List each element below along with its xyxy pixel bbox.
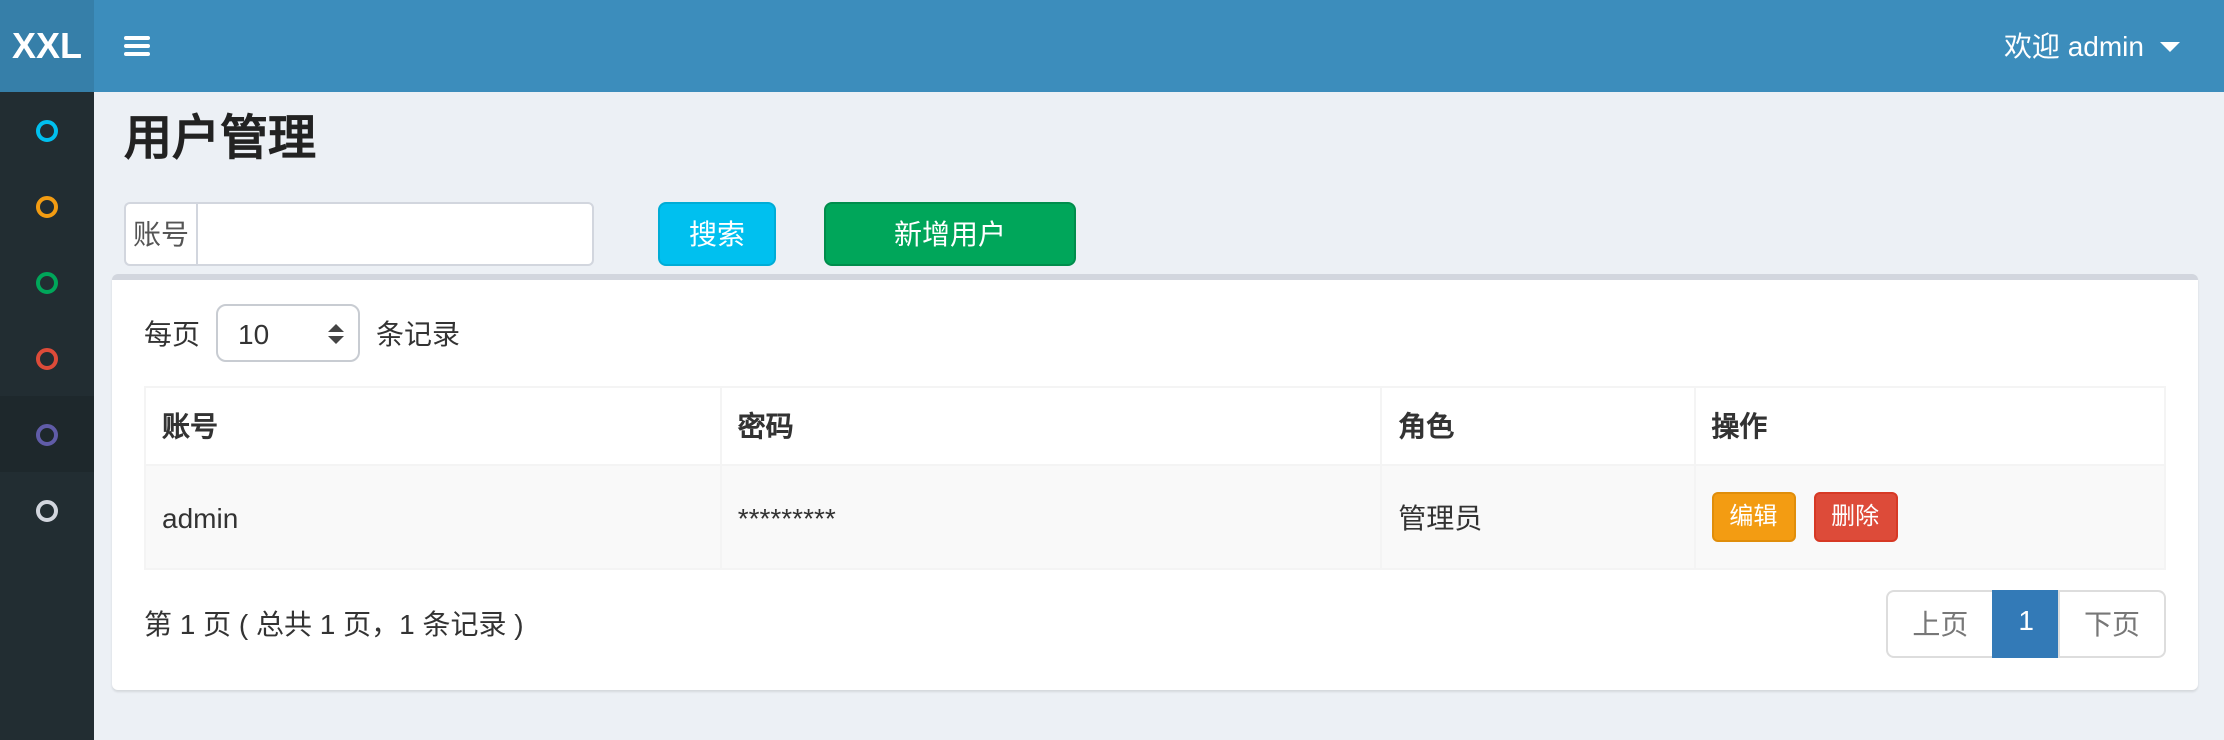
account-input-group: 账号 — [124, 202, 594, 266]
page-title: 用户管理 — [94, 92, 2224, 170]
circle-o-icon — [36, 195, 58, 217]
account-input[interactable] — [196, 202, 594, 266]
sidebar-item-3[interactable] — [0, 244, 94, 320]
hamburger-icon — [123, 36, 149, 56]
pagination-page-1[interactable]: 1 — [1992, 590, 2060, 658]
user-menu[interactable]: 欢迎 admin — [1974, 0, 2224, 92]
circle-o-icon — [36, 119, 58, 141]
pagination-next[interactable]: 下页 — [2058, 590, 2166, 658]
circle-o-icon — [36, 423, 58, 445]
page-size-value: 10 — [238, 317, 328, 349]
account-addon-label: 账号 — [124, 202, 196, 266]
circle-o-icon — [36, 499, 58, 521]
table-header-row: 账号 密码 角色 操作 — [145, 387, 2165, 465]
pagination: 上页 1 下页 — [1886, 590, 2166, 658]
sidebar-item-6[interactable] — [0, 472, 94, 548]
sidebar-item-5-active[interactable] — [0, 396, 94, 472]
header-operation: 操作 — [1694, 387, 2165, 465]
circle-o-icon — [36, 271, 58, 293]
sidebar — [0, 92, 94, 740]
perpage-prefix-label: 每页 — [144, 313, 200, 353]
delete-button[interactable]: 删除 — [1813, 492, 1897, 542]
add-user-button[interactable]: 新增用户 — [824, 202, 1076, 266]
welcome-label: 欢迎 admin — [2004, 26, 2144, 66]
user-table: 账号 密码 角色 操作 admin ********* 管理员 编辑 删除 — [144, 386, 2166, 570]
sidebar-item-1[interactable] — [0, 92, 94, 168]
header-password: 密码 — [721, 387, 1382, 465]
search-button[interactable]: 搜索 — [658, 202, 776, 266]
search-toolbar: 账号 搜索 新增用户 — [124, 202, 2194, 266]
table-footer: 第 1 页 ( 总共 1 页，1 条记录 ) 上页 1 下页 — [144, 590, 2166, 658]
circle-o-icon — [36, 347, 58, 369]
pagination-prev[interactable]: 上页 — [1886, 590, 1994, 658]
edit-button[interactable]: 编辑 — [1711, 492, 1795, 542]
navbar-spacer — [178, 0, 1974, 92]
table-row: admin ********* 管理员 编辑 删除 — [145, 465, 2165, 569]
user-table-panel: 每页 10 条记录 账号 密码 角色 操作 — [112, 274, 2198, 690]
select-stepper-icon — [328, 323, 344, 343]
cell-account: admin — [145, 465, 721, 569]
main-content: 用户管理 账号 搜索 新增用户 每页 10 条记录 — [94, 92, 2224, 740]
header-role: 角色 — [1381, 387, 1694, 465]
cell-operation: 编辑 删除 — [1694, 465, 2165, 569]
top-navbar: XXL 欢迎 admin — [0, 0, 2224, 92]
perpage-row: 每页 10 条记录 — [144, 304, 2166, 362]
sidebar-item-2[interactable] — [0, 168, 94, 244]
header-account: 账号 — [145, 387, 721, 465]
cell-password: ********* — [721, 465, 1382, 569]
caret-down-icon — [2160, 41, 2180, 51]
brand-logo[interactable]: XXL — [0, 0, 94, 92]
cell-role: 管理员 — [1381, 465, 1694, 569]
pagination-summary: 第 1 页 ( 总共 1 页，1 条记录 ) — [144, 604, 524, 644]
page-size-select[interactable]: 10 — [216, 304, 360, 362]
perpage-suffix-label: 条记录 — [376, 313, 460, 353]
sidebar-item-4[interactable] — [0, 320, 94, 396]
sidebar-toggle-button[interactable] — [94, 0, 178, 92]
app-root: XXL 欢迎 admin — [0, 0, 2224, 740]
